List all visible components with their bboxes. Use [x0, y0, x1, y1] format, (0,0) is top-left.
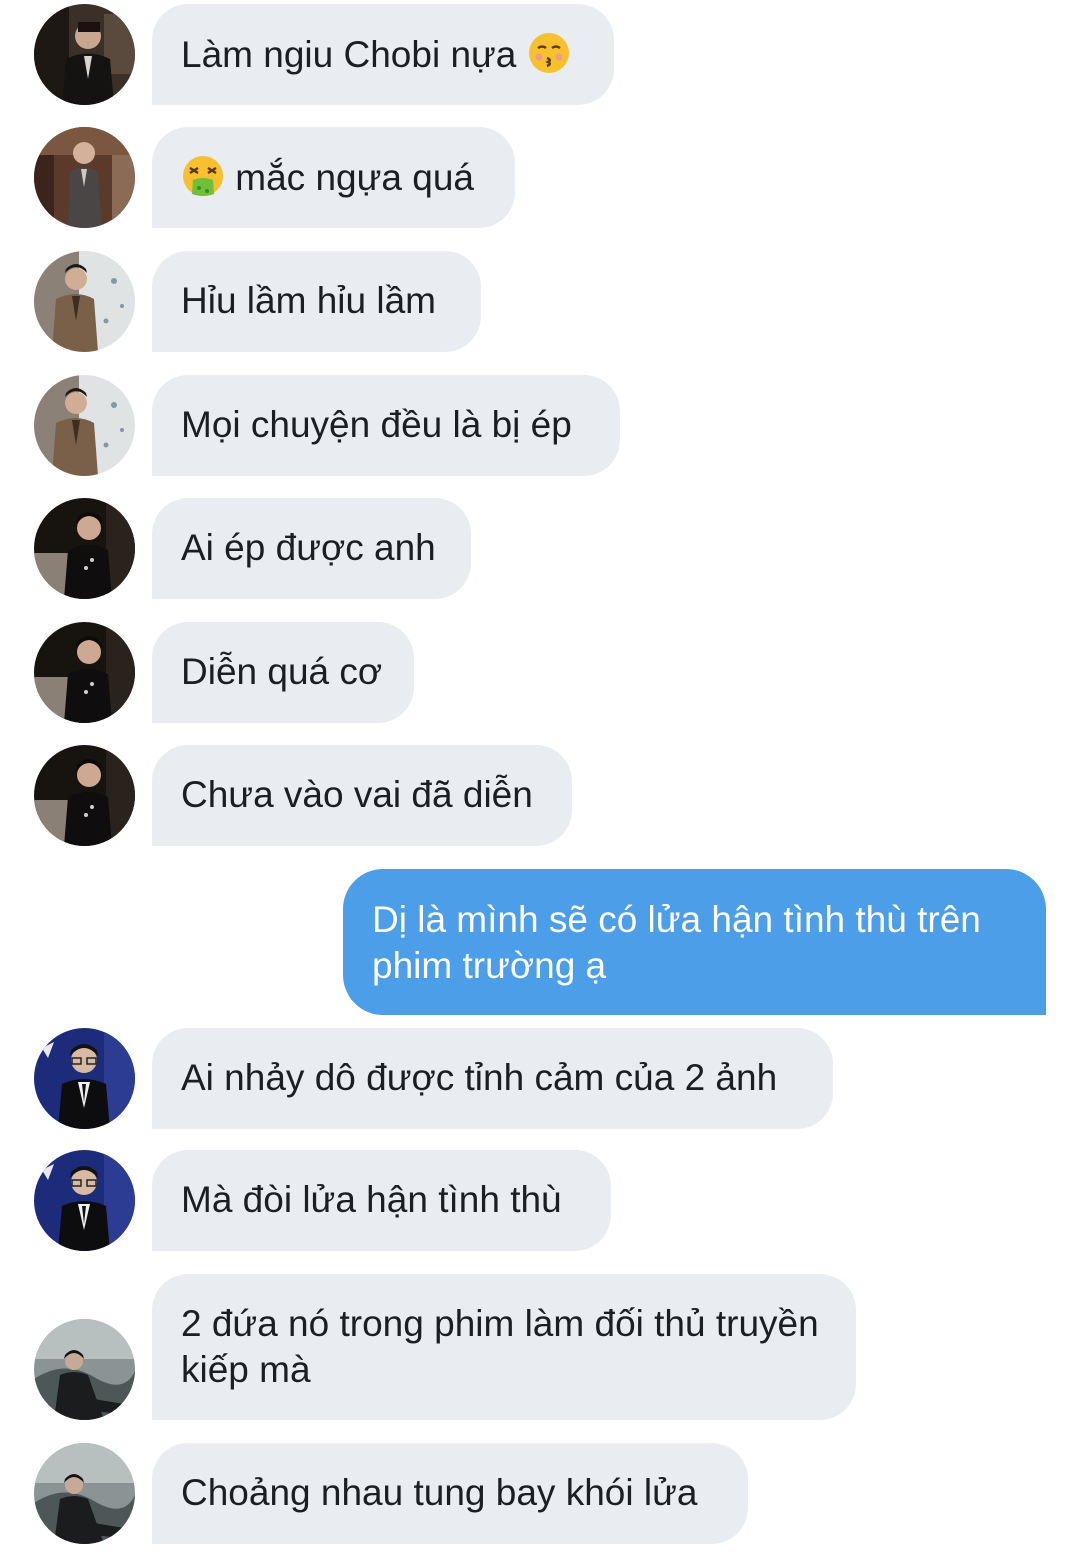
message-bubble[interactable]: Chưa vào vai đã diễn	[152, 745, 572, 846]
avatar-black-jacket-image	[34, 622, 135, 723]
avatar[interactable]	[34, 1150, 135, 1251]
avatar[interactable]	[34, 127, 135, 228]
avatar-light-wall-image	[34, 251, 135, 352]
message-text: Chưa vào vai đã diễn	[181, 774, 533, 815]
message-bubble[interactable]: mắc ngựa quá	[152, 127, 515, 228]
message-text: Mà đòi lửa hận tình thù	[181, 1179, 562, 1220]
avatar-blue-event-image	[34, 1150, 135, 1251]
message-bubble-outgoing[interactable]: Dị là mình sẽ có lửa hận tình thù trên p…	[343, 869, 1046, 1015]
avatar[interactable]	[34, 251, 135, 352]
message-bubble[interactable]: Ai ép được anh	[152, 498, 471, 599]
avatar-misty-scene-image	[34, 1443, 135, 1544]
avatar-light-wall-image	[34, 375, 135, 476]
avatar[interactable]	[34, 4, 135, 105]
avatar[interactable]	[34, 745, 135, 846]
message-bubble[interactable]: Mà đòi lửa hận tình thù	[152, 1150, 611, 1251]
avatar[interactable]	[34, 498, 135, 599]
avatar-black-jacket-image	[34, 498, 135, 599]
avatar-black-jacket-image	[34, 745, 135, 846]
message-bubble[interactable]: Làm ngiu Chobi nựa	[152, 4, 614, 105]
avatar-suit-seated-image	[34, 127, 135, 228]
message-text: mắc ngựa quá	[225, 157, 474, 198]
message-text: Hỉu lầm hỉu lầm	[181, 280, 436, 321]
avatar[interactable]	[34, 375, 135, 476]
message-text: Ai nhảy dô được tỉnh cảm của 2 ảnh	[181, 1057, 778, 1098]
avatar[interactable]	[34, 622, 135, 723]
avatar-misty-scene-image	[34, 1319, 135, 1420]
message-bubble[interactable]: Mọi chuyện đều là bị ép	[152, 375, 620, 476]
avatar-dark-suit-image	[34, 4, 135, 105]
message-text: Choảng nhau tung bay khói lửa	[181, 1472, 698, 1513]
avatar[interactable]	[34, 1443, 135, 1544]
message-text: 2 đứa nó trong phim làm đối thủ truyền k…	[181, 1303, 819, 1390]
chat-thread[interactable]: Làm ngiu Chobi nựa mắc ngựa quá Hỉu lầm …	[0, 0, 1080, 1556]
message-text: Mọi chuyện đều là bị ép	[181, 404, 572, 445]
message-bubble[interactable]: 2 đứa nó trong phim làm đối thủ truyền k…	[152, 1274, 856, 1420]
message-text: Ai ép được anh	[181, 527, 436, 568]
message-bubble[interactable]: Diễn quá cơ	[152, 622, 414, 723]
message-bubble[interactable]: Ai nhảy dô được tỉnh cảm của 2 ảnh	[152, 1028, 833, 1129]
message-bubble[interactable]: Hỉu lầm hỉu lầm	[152, 251, 481, 352]
kissing-face-icon	[527, 31, 571, 75]
avatar[interactable]	[34, 1319, 135, 1420]
vomiting-face-icon	[181, 154, 225, 198]
message-bubble[interactable]: Choảng nhau tung bay khói lửa	[152, 1443, 748, 1544]
message-text: Diễn quá cơ	[181, 651, 383, 692]
avatar-blue-event-image	[34, 1028, 135, 1129]
message-text: Làm ngiu Chobi nựa	[181, 34, 527, 75]
message-text: Dị là mình sẽ có lửa hận tình thù trên p…	[372, 899, 981, 986]
avatar[interactable]	[34, 1028, 135, 1129]
